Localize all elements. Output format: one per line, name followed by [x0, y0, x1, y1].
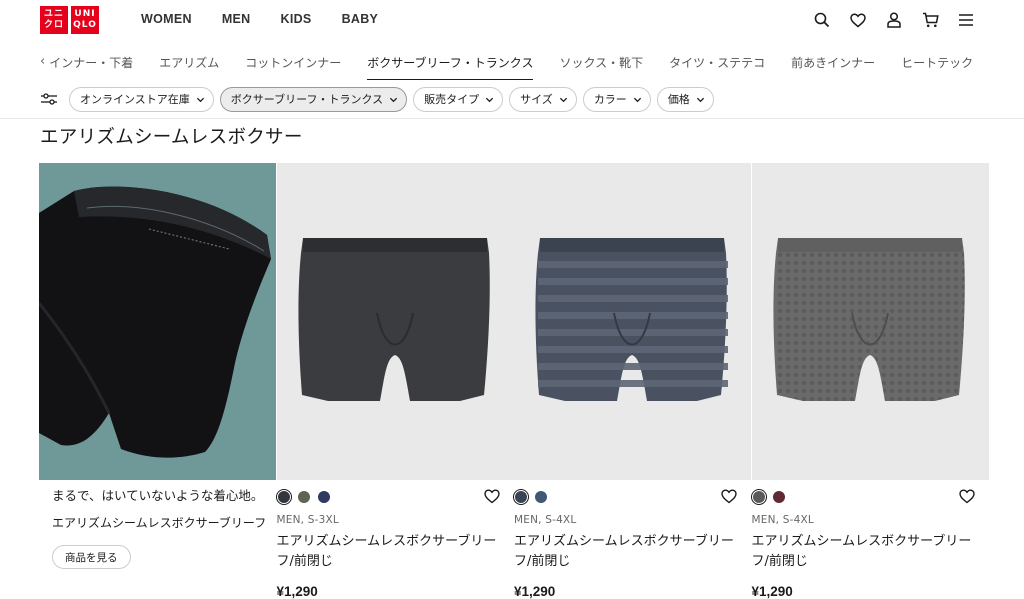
- chevron-left-icon[interactable]: ‹: [40, 54, 45, 69]
- logo-latin-block: UNI QLO: [71, 6, 99, 34]
- tab-inner[interactable]: インナー・下着: [49, 48, 133, 80]
- tab-socks[interactable]: ソックス・靴下: [559, 48, 643, 80]
- product-card[interactable]: MEN, S-4XL エアリズムシームレスボクサーブリーフ/前閉じ ¥1,290: [514, 163, 751, 599]
- filter-color[interactable]: カラー: [582, 86, 651, 112]
- heart-icon[interactable]: [840, 10, 876, 30]
- color-swatch[interactable]: [316, 490, 331, 504]
- product-card[interactable]: MEN, S-3XL エアリズムシームレスボクサーブリーフ/前閉じ ¥1,290: [276, 163, 514, 599]
- uniqlo-logo[interactable]: ユニ クロ UNI QLO: [40, 6, 99, 34]
- promo-headline: まるで、はいていないような着心地。: [52, 488, 264, 503]
- color-swatch[interactable]: [514, 490, 528, 504]
- user-icon[interactable]: [876, 10, 912, 30]
- chevron-down-icon: [196, 97, 204, 102]
- header-icons: [804, 10, 984, 30]
- nav-women[interactable]: WOMEN: [141, 12, 192, 26]
- chevron-down-icon: [390, 97, 398, 102]
- heart-icon[interactable]: [958, 489, 975, 505]
- category-tabs: ‹ インナー・下着 エアリズム コットンインナー ボクサーブリーフ・トランクス …: [40, 48, 1024, 80]
- promo-card[interactable]: まるで、はいていないような着心地。 エアリズムシームレスボクサーブリーフ 商品を…: [39, 163, 276, 599]
- menu-icon[interactable]: [948, 10, 984, 30]
- product-meta: MEN, S-4XL: [514, 514, 577, 526]
- product-name[interactable]: エアリズムシームレスボクサーブリーフ/前閉じ: [277, 532, 497, 572]
- color-swatches: [276, 480, 514, 514]
- view-product-button[interactable]: 商品を見る: [52, 545, 131, 569]
- nav-kids[interactable]: KIDS: [281, 12, 312, 26]
- product-name[interactable]: エアリズムシームレスボクサーブリーフ/前閉じ: [514, 532, 734, 572]
- section-title: エアリズムシームレスボクサー: [40, 127, 303, 148]
- cart-icon[interactable]: [912, 10, 948, 30]
- product-image[interactable]: [751, 163, 989, 480]
- filter-category[interactable]: ボクサーブリーフ・トランクス: [219, 86, 408, 112]
- color-swatches: [514, 480, 751, 514]
- tab-front-open-inner[interactable]: 前あきインナー: [791, 48, 875, 80]
- main-nav: WOMEN MEN KIDS BABY: [141, 12, 408, 26]
- filter-online-stock[interactable]: オンラインストア在庫: [69, 86, 214, 112]
- product-card[interactable]: MEN, S-4XL エアリズムシームレスボクサーブリーフ/前閉じ ¥1,290: [751, 163, 989, 599]
- color-swatch[interactable]: [534, 490, 548, 504]
- tab-cotton-inner[interactable]: コットンインナー: [245, 48, 341, 80]
- filter-sales-type[interactable]: 販売タイプ: [413, 86, 504, 112]
- tab-tights[interactable]: タイツ・ステテコ: [669, 48, 765, 80]
- tab-heattech[interactable]: ヒートテック: [901, 48, 973, 80]
- chevron-down-icon: [559, 97, 567, 102]
- heart-icon[interactable]: [721, 489, 737, 505]
- logo-katakana-block: ユニ クロ: [40, 6, 68, 34]
- nav-baby[interactable]: BABY: [342, 12, 379, 26]
- nav-men[interactable]: MEN: [222, 12, 251, 26]
- product-price: ¥1,290: [276, 584, 318, 599]
- chevron-down-icon: [696, 97, 704, 102]
- promo-subtitle: エアリズムシームレスボクサーブリーフ: [52, 516, 267, 530]
- product-grid: まるで、はいていないような着心地。 エアリズムシームレスボクサーブリーフ 商品を…: [39, 163, 989, 599]
- color-swatch[interactable]: [296, 490, 311, 504]
- tab-airism[interactable]: エアリズム: [159, 48, 219, 80]
- filter-price[interactable]: 価格: [656, 86, 714, 112]
- chevron-down-icon: [633, 97, 641, 102]
- product-price: ¥1,290: [514, 584, 556, 599]
- color-swatch[interactable]: [771, 490, 786, 504]
- product-name[interactable]: エアリズムシームレスボクサーブリーフ/前閉じ: [752, 532, 972, 572]
- color-swatches: [751, 480, 989, 514]
- product-meta: MEN, S-4XL: [751, 514, 814, 526]
- heart-icon[interactable]: [483, 489, 500, 505]
- filter-bar: オンラインストア在庫 ボクサーブリーフ・トランクス 販売タイプ サイズ カラー …: [40, 86, 720, 112]
- product-image[interactable]: [514, 163, 751, 480]
- product-price: ¥1,290: [751, 584, 793, 599]
- filter-settings-icon[interactable]: [40, 90, 58, 108]
- tab-boxer-briefs[interactable]: ボクサーブリーフ・トランクス: [367, 48, 534, 80]
- chevron-down-icon: [486, 97, 494, 102]
- product-meta: MEN, S-3XL: [276, 514, 339, 526]
- site-header: ユニ クロ UNI QLO WOMEN MEN KIDS BABY: [0, 0, 1024, 40]
- filter-size[interactable]: サイズ: [509, 86, 577, 112]
- section-divider: [0, 118, 1024, 119]
- promo-image[interactable]: [39, 163, 276, 480]
- color-swatch[interactable]: [751, 490, 766, 504]
- search-icon[interactable]: [804, 10, 840, 30]
- product-image[interactable]: [276, 163, 514, 480]
- color-swatch[interactable]: [276, 490, 291, 504]
